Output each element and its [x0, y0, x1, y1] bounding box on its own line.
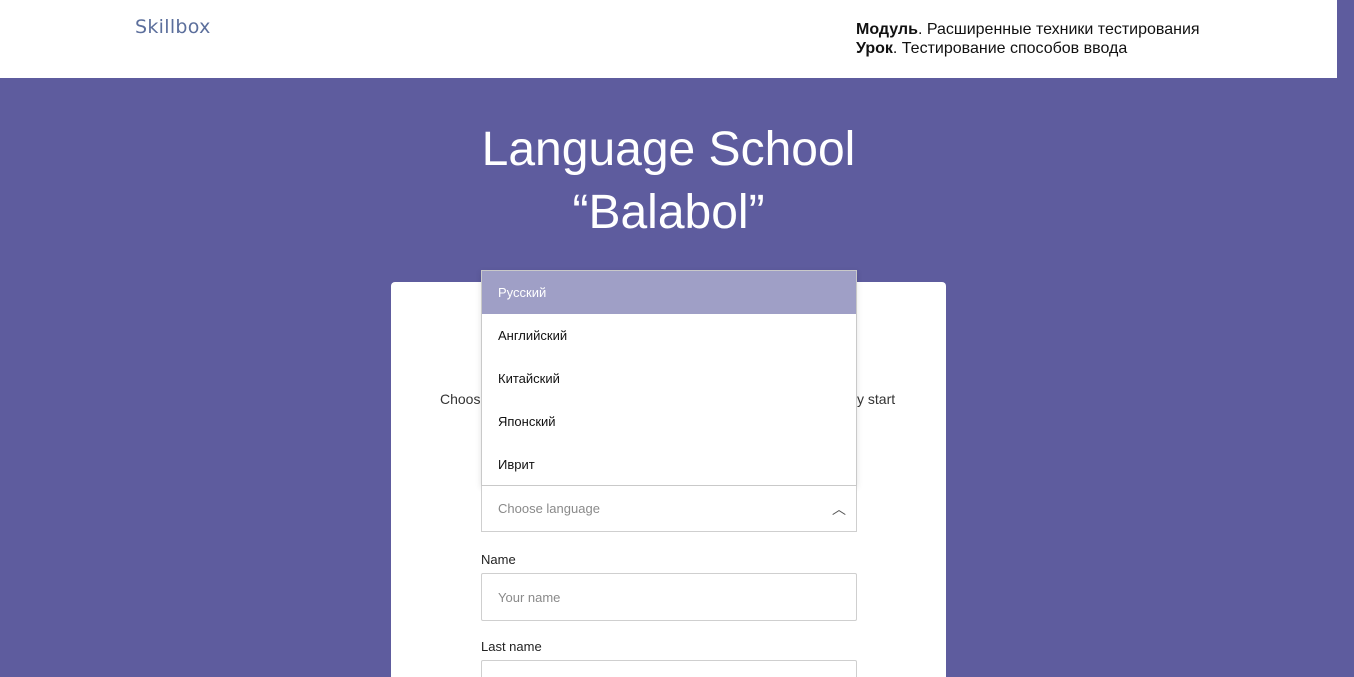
title-line-1: Language School: [481, 123, 856, 176]
language-select-placeholder: Choose language: [498, 501, 600, 516]
lesson-info: Модуль. Расширенные техники тестирования…: [856, 20, 1200, 58]
name-input[interactable]: [481, 573, 857, 621]
module-label: Модуль: [856, 21, 918, 38]
skillbox-logo[interactable]: Skillbox: [135, 16, 211, 38]
language-select[interactable]: Choose language ︿: [481, 486, 857, 532]
language-option-japanese[interactable]: Японский: [482, 400, 856, 443]
name-label: Name: [481, 552, 516, 567]
language-dropdown-menu: Русский Английский Китайский Японский Ив…: [481, 270, 857, 486]
language-option-hebrew[interactable]: Иврит: [482, 443, 856, 486]
chevron-up-icon: ︿: [832, 501, 846, 517]
lesson-label: Урок: [856, 40, 893, 57]
intro-text-right: y start: [857, 391, 896, 407]
top-bar: Skillbox Модуль. Расширенные техники тес…: [0, 0, 1337, 78]
lastname-input[interactable]: [481, 660, 857, 677]
language-option-russian[interactable]: Русский: [482, 271, 856, 314]
lesson-line: Урок. Тестирование способов ввода: [856, 39, 1200, 58]
module-value: . Расширенные техники тестирования: [917, 21, 1200, 38]
module-line: Модуль. Расширенные техники тестирования: [856, 20, 1200, 39]
title-line-2: “Balabol”: [572, 186, 765, 239]
language-option-english[interactable]: Английский: [482, 314, 856, 357]
lastname-label: Last name: [481, 639, 542, 654]
page-title: Language School “Balabol”: [0, 118, 1337, 244]
language-option-chinese[interactable]: Китайский: [482, 357, 856, 400]
lesson-value: . Тестирование способов ввода: [892, 40, 1128, 57]
